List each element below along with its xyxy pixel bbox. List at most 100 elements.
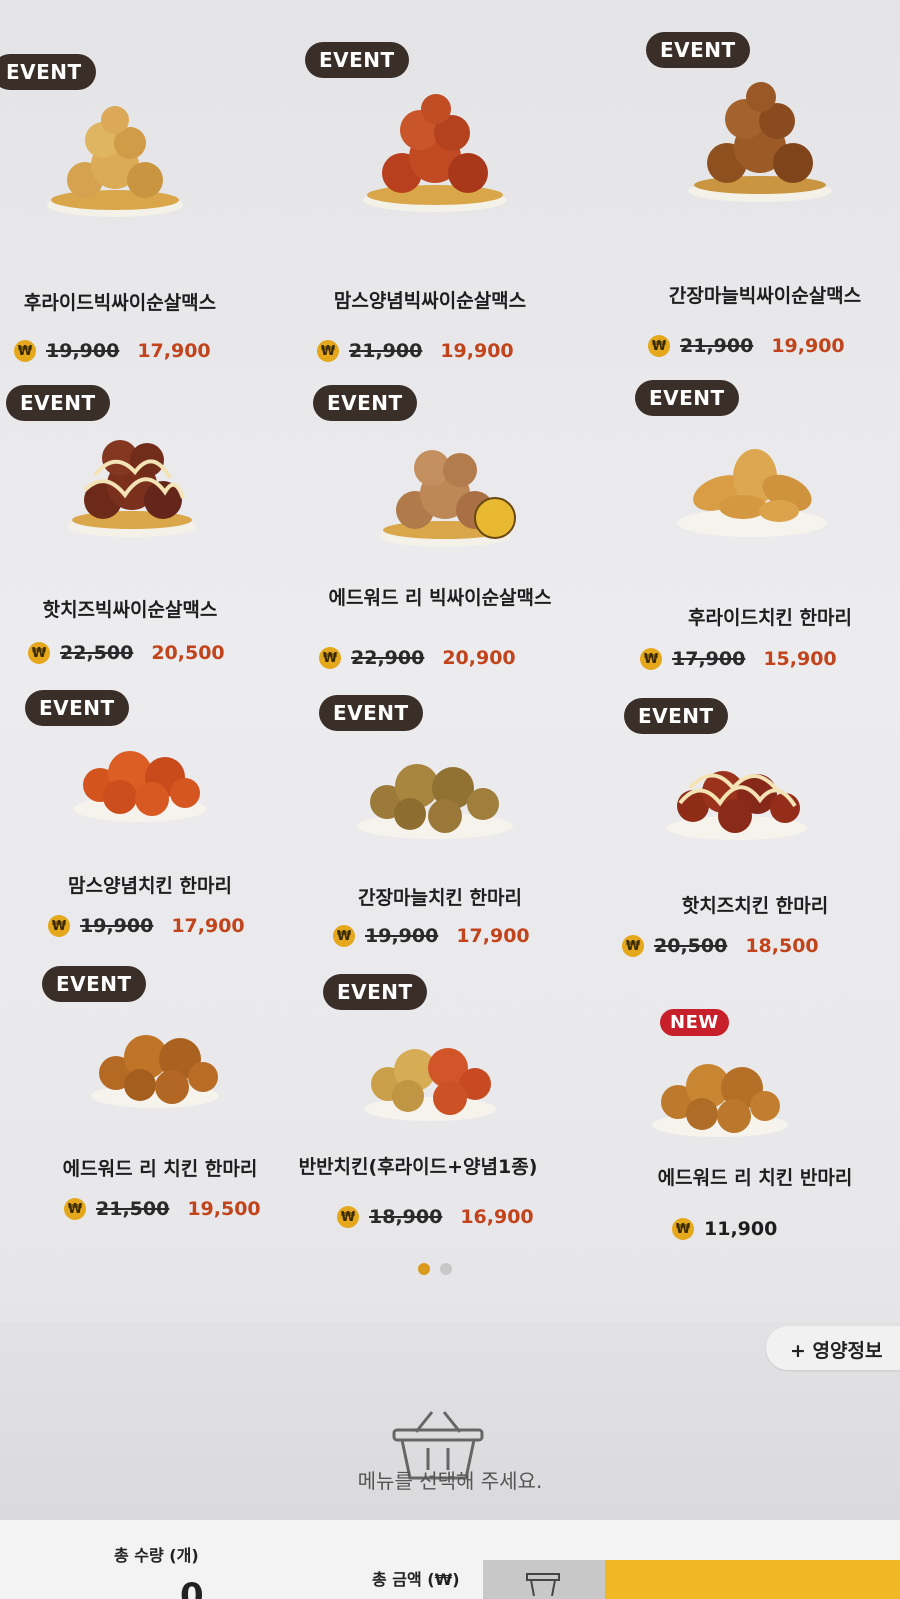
menu-item-name: 에드워드 리 빅싸이순살맥스 xyxy=(328,587,552,609)
sale-price: 19,900 xyxy=(440,340,514,362)
event-badge: EVENT xyxy=(0,54,96,90)
won-icon: ₩ xyxy=(317,340,339,362)
chicken-image xyxy=(375,430,520,550)
page-dot-1[interactable] xyxy=(418,1263,430,1275)
price-row: ₩ 17,900 15,900 xyxy=(640,648,837,670)
menu-grid: EVENT 후라이드빅싸이순살맥스 ₩ 19,900 17,900 EVENT … xyxy=(0,0,900,1300)
empty-cart-message: 메뉴를 선택해 주세요. xyxy=(357,1469,543,1493)
original-price: 19,900 xyxy=(80,915,154,937)
nutrition-info-button[interactable]: + 영양정보 xyxy=(766,1326,900,1370)
menu-item-card[interactable]: EVENT 맘스양념빅싸이순살맥스 ₩ 21,900 19,900 xyxy=(305,40,595,362)
sale-price: 18,500 xyxy=(745,935,819,957)
price-row: ₩ 21,900 19,900 xyxy=(317,340,514,362)
won-icon: ₩ xyxy=(28,642,50,664)
won-icon: ₩ xyxy=(319,647,341,669)
price-row: ₩ 19,900 17,900 xyxy=(48,915,245,937)
event-badge: EVENT xyxy=(635,380,739,416)
original-price: 18,900 xyxy=(369,1206,443,1228)
sale-price: 17,900 xyxy=(137,340,211,362)
menu-item-name: 핫치즈치킨 한마리 xyxy=(681,895,829,917)
menu-item-name: 맘스양념빅싸이순살맥스 xyxy=(333,290,527,312)
chicken-image xyxy=(65,420,200,540)
menu-item-card[interactable]: EVENT 간장마늘치킨 한마리 ₩ 19,900 17,900 xyxy=(305,695,595,1015)
order-button[interactable] xyxy=(605,1560,900,1599)
menu-item-card[interactable]: EVENT 핫치즈치킨 한마리 ₩ 20,500 18,500 xyxy=(610,698,900,1018)
menu-item-name: 에드워드 리 치킨 한마리 xyxy=(62,1158,258,1180)
chicken-image xyxy=(650,1040,790,1140)
won-icon: ₩ xyxy=(648,335,670,357)
original-price: 19,900 xyxy=(365,925,439,947)
sale-price: 19,900 xyxy=(771,335,845,357)
original-price: 21,500 xyxy=(96,1198,170,1220)
menu-item-name: 간장마늘빅싸이순살맥스 xyxy=(668,285,862,307)
chicken-image xyxy=(360,85,510,215)
original-price: 20,500 xyxy=(654,935,728,957)
won-icon: ₩ xyxy=(64,1198,86,1220)
menu-item-card[interactable]: EVENT 반반치킨(후라이드+양념1종) ₩ 18,900 16,900 xyxy=(299,974,595,1294)
original-price: 21,900 xyxy=(349,340,423,362)
chicken-image xyxy=(45,95,185,220)
sale-price: 16,900 xyxy=(460,1206,534,1228)
sale-price: 19,500 xyxy=(187,1198,261,1220)
menu-item-card[interactable]: EVENT 후라이드빅싸이순살맥스 ₩ 19,900 17,900 xyxy=(0,40,290,362)
chicken-image xyxy=(355,740,515,840)
won-icon: ₩ xyxy=(672,1218,694,1240)
total-quantity-value: 0 xyxy=(180,1576,204,1599)
event-badge: EVENT xyxy=(319,695,423,731)
total-quantity-label: 총 수량 (개) xyxy=(114,1546,199,1565)
original-price: 19,900 xyxy=(46,340,120,362)
menu-item-card[interactable]: EVENT 에드워드 리 치킨 한마리 ₩ 21,500 19,500 xyxy=(0,966,290,1286)
menu-item-name: 후라이드치킨 한마리 xyxy=(688,607,852,629)
price-row: ₩ 19,900 17,900 xyxy=(333,925,530,947)
total-amount-label: 총 금액 (₩) xyxy=(372,1570,460,1589)
won-icon: ₩ xyxy=(640,648,662,670)
menu-item-card[interactable]: EVENT 핫치즈빅싸이순살맥스 ₩ 22,500 20,500 xyxy=(0,385,290,705)
menu-item-name: 간장마늘치킨 한마리 xyxy=(358,887,522,909)
sale-price: 20,500 xyxy=(151,642,225,664)
won-icon: ₩ xyxy=(333,925,355,947)
sale-price: 17,900 xyxy=(171,915,245,937)
cart-icon xyxy=(526,1573,560,1596)
event-badge: EVENT xyxy=(624,698,728,734)
chicken-image xyxy=(360,1024,500,1124)
menu-item-card[interactable]: NEW 에드워드 리 치킨 반마리 ₩ 11,900 xyxy=(610,1005,900,1325)
page-indicator xyxy=(418,1263,452,1275)
chicken-image xyxy=(665,748,810,843)
chicken-image xyxy=(675,425,830,540)
chicken-image xyxy=(685,73,835,203)
price-row: ₩ 11,900 xyxy=(672,1218,777,1240)
price-row: ₩ 20,500 18,500 xyxy=(622,935,819,957)
original-price: 17,900 xyxy=(672,648,746,670)
price-row: ₩ 21,500 19,500 xyxy=(64,1198,261,1220)
price-row: ₩ 21,900 19,900 xyxy=(648,335,845,357)
original-price: 22,900 xyxy=(351,647,425,669)
won-icon: ₩ xyxy=(622,935,644,957)
new-badge: NEW xyxy=(660,1009,729,1036)
menu-item-card[interactable]: EVENT 맘스양념치킨 한마리 ₩ 19,900 17,900 xyxy=(0,690,290,1010)
won-icon: ₩ xyxy=(48,915,70,937)
original-price: 22,500 xyxy=(60,642,134,664)
menu-item-card[interactable]: EVENT 간장마늘빅싸이순살맥스 ₩ 21,900 19,900 xyxy=(610,28,900,357)
menu-item-name: 핫치즈빅싸이순살맥스 xyxy=(42,599,218,621)
menu-item-name: 에드워드 리 치킨 반마리 xyxy=(657,1167,853,1189)
price-row: ₩ 18,900 16,900 xyxy=(337,1206,534,1228)
event-badge: EVENT xyxy=(313,385,417,421)
cart-button[interactable] xyxy=(483,1560,605,1599)
chicken-image xyxy=(88,1011,223,1111)
event-badge: EVENT xyxy=(42,966,146,1002)
sale-price: 20,900 xyxy=(442,647,516,669)
event-badge: EVENT xyxy=(646,32,750,68)
price: 11,900 xyxy=(704,1218,778,1240)
menu-item-card[interactable]: EVENT 에드워드 리 빅싸이순살맥스 ₩ 22,900 20,900 xyxy=(305,385,595,705)
event-badge: EVENT xyxy=(323,974,427,1010)
event-badge: EVENT xyxy=(25,690,129,726)
event-badge: EVENT xyxy=(6,385,110,421)
page-dot-2[interactable] xyxy=(440,1263,452,1275)
sale-price: 17,900 xyxy=(456,925,530,947)
won-icon: ₩ xyxy=(14,340,36,362)
price-row: ₩ 19,900 17,900 xyxy=(14,340,211,362)
sale-price: 15,900 xyxy=(763,648,837,670)
menu-item-card[interactable]: EVENT 후라이드치킨 한마리 ₩ 17,900 15,900 xyxy=(610,380,900,700)
event-badge: EVENT xyxy=(305,42,409,78)
menu-item-name: 반반치킨(후라이드+양념1종) xyxy=(298,1156,538,1178)
